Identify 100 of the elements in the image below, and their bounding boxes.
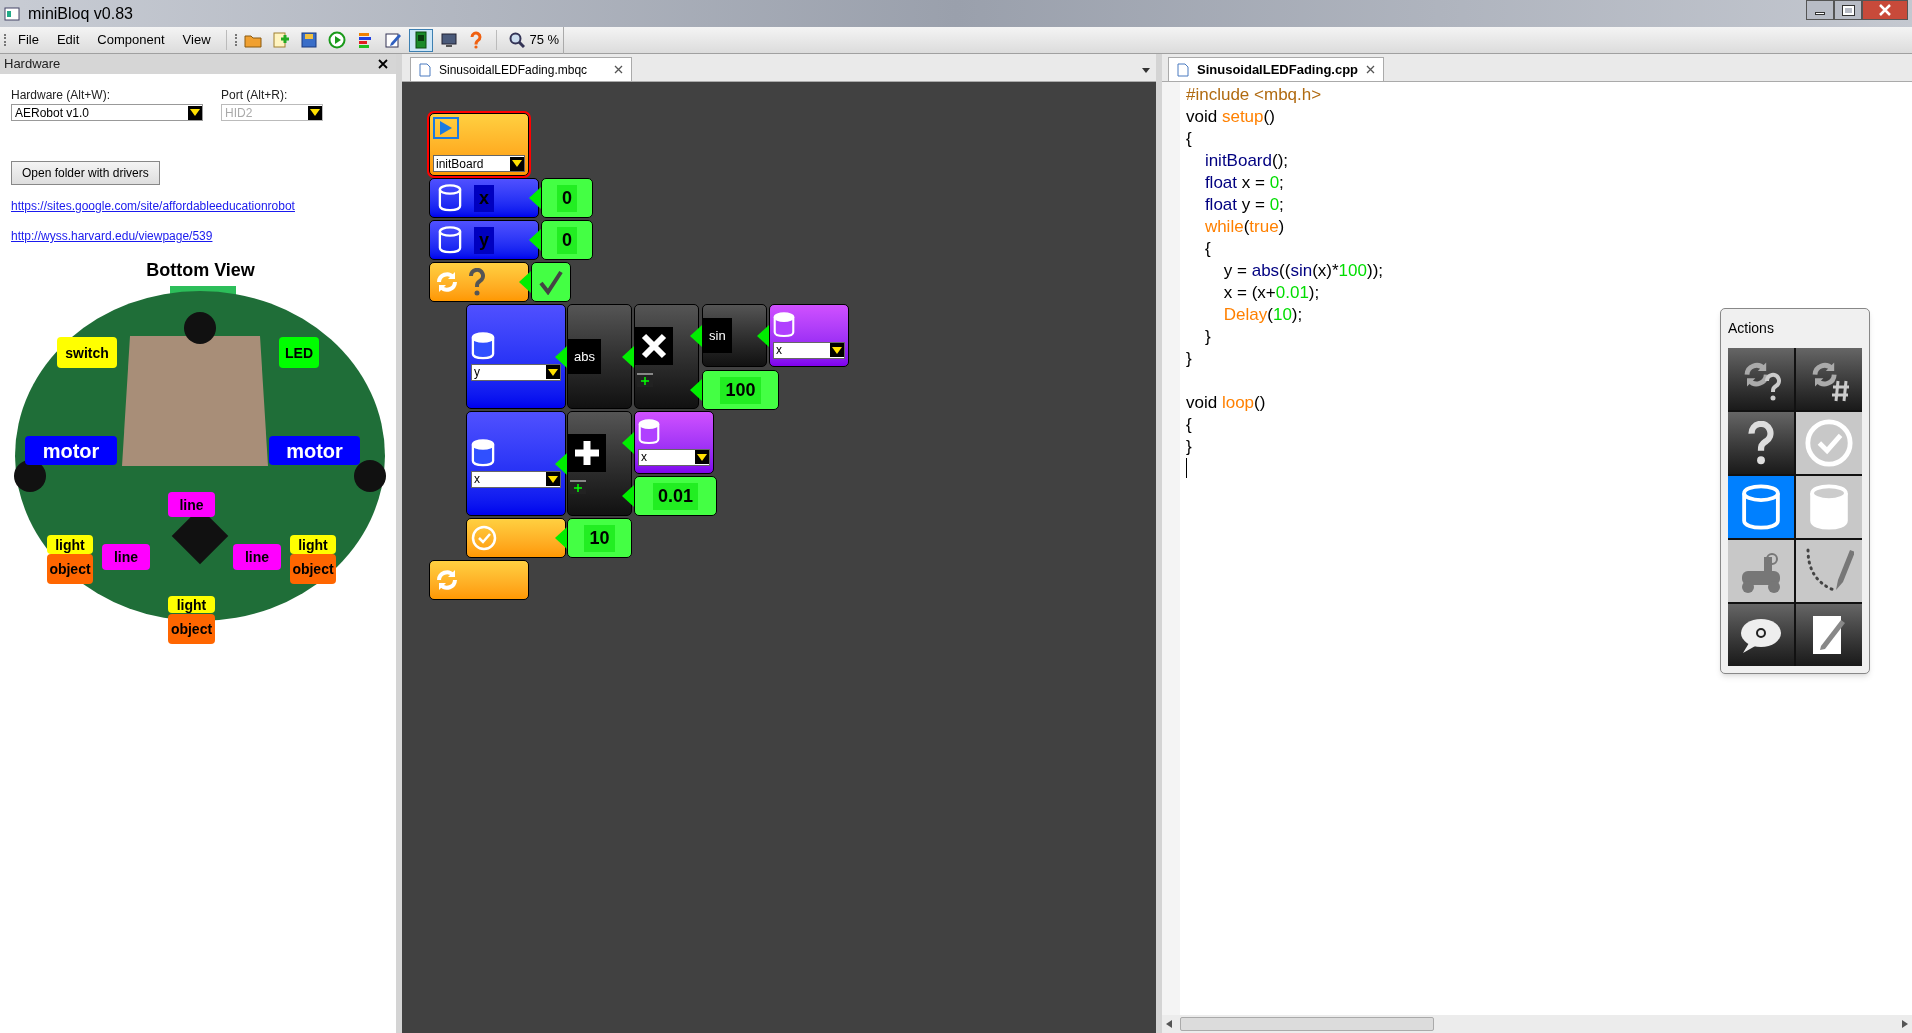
action-button[interactable]: [1796, 604, 1862, 666]
palette-title: Actions: [1728, 319, 1775, 338]
function-name: sin: [703, 317, 732, 354]
multiply-block[interactable]: [634, 304, 699, 409]
part-label: line: [233, 544, 281, 570]
menu-item[interactable]: View: [175, 30, 218, 50]
question-mark-icon: [1746, 421, 1776, 465]
scroll-left-icon[interactable]: [1166, 1020, 1172, 1028]
maximize-button[interactable]: [1834, 0, 1862, 20]
document-icon: [419, 62, 431, 77]
question-mark-icon: [468, 268, 486, 296]
number-block[interactable]: 0.01: [634, 476, 717, 516]
file-tab[interactable]: SinusoidalLEDFading.cpp: [1168, 57, 1385, 81]
code-line: {: [1203, 239, 1211, 258]
hardware-dropdown[interactable]: AERobot v1.0: [11, 104, 203, 121]
action-button[interactable]: [1796, 348, 1862, 410]
delay-block[interactable]: [466, 518, 566, 558]
part-label: switch: [57, 337, 117, 368]
close-button[interactable]: [1862, 0, 1908, 20]
minimize-button[interactable]: [1806, 0, 1834, 20]
connector-arrow-icon: [622, 431, 634, 454]
number-value: 100: [720, 376, 761, 404]
zoom-button[interactable]: 75 %: [505, 30, 564, 50]
number-block[interactable]: 10: [567, 518, 632, 558]
add-input-icon[interactable]: [637, 372, 653, 387]
number-block[interactable]: 0: [541, 178, 593, 218]
variable-name: y: [474, 226, 494, 254]
text-cursor: [1186, 458, 1187, 478]
set-variable-block[interactable]: y: [466, 304, 566, 409]
connector-arrow-icon: [690, 324, 702, 347]
connector-arrow-icon: [519, 271, 531, 293]
add-block[interactable]: [567, 411, 632, 516]
save-icon: [300, 31, 319, 49]
part-label: object: [290, 554, 336, 584]
function-block[interactable]: abs: [567, 304, 632, 409]
number-block[interactable]: 100: [702, 370, 779, 410]
file-tab[interactable]: SinusoidalLEDFading.mbqc: [410, 57, 632, 81]
database-icon: [471, 439, 495, 467]
number-block[interactable]: 0: [541, 220, 593, 260]
field-label: Port (Alt+R):: [221, 87, 289, 104]
connector-arrow-icon: [555, 452, 567, 475]
loop-block[interactable]: [429, 560, 529, 600]
loop-arrows-icon: [434, 567, 460, 593]
connector-arrow-icon: [690, 379, 702, 401]
code-line: x = (x+0.01);: [1222, 283, 1320, 302]
variable-value-block[interactable]: x: [634, 411, 714, 474]
connector-arrow-icon: [555, 527, 567, 549]
code-line: float y = 0;: [1203, 195, 1284, 214]
code-line: float x = 0;: [1203, 173, 1284, 192]
dropdown-arrow-icon[interactable]: [1142, 68, 1150, 73]
code-line: {: [1186, 415, 1192, 434]
menu-item[interactable]: Edit: [49, 30, 87, 50]
variable-name: x: [474, 184, 494, 212]
database-icon: [438, 184, 462, 212]
action-button[interactable]: [1728, 604, 1794, 666]
code-line: {: [1186, 129, 1192, 148]
view-title: Bottom View: [146, 259, 255, 282]
code-line: while(true): [1203, 217, 1285, 236]
open-drivers-button[interactable]: Open folder with drivers: [11, 161, 160, 185]
action-button[interactable]: [1728, 348, 1794, 410]
database-icon: [773, 312, 795, 338]
play-icon: [328, 31, 347, 49]
link[interactable]: http://wyss.harvard.edu/viewpage/539: [11, 227, 213, 245]
loop-arrows-icon: [434, 269, 460, 295]
function-block[interactable]: sin: [702, 304, 767, 367]
clock-icon: [471, 525, 497, 551]
action-button[interactable]: [1728, 412, 1794, 474]
panel-title: Hardware: [4, 55, 61, 74]
function-dropdown[interactable]: initBoard: [433, 155, 525, 172]
variable-dropdown[interactable]: x: [773, 341, 845, 359]
menu-item[interactable]: Component: [90, 30, 172, 50]
menu-item[interactable]: File: [11, 30, 46, 50]
part-label: object: [47, 554, 93, 584]
part-label: light: [290, 535, 336, 554]
function-name: abs: [568, 338, 601, 375]
code-line: void setup(): [1186, 107, 1275, 126]
set-variable-block[interactable]: x: [466, 411, 566, 516]
add-input-icon[interactable]: [570, 479, 586, 494]
part-label: line: [102, 544, 150, 570]
part-label: line: [168, 492, 215, 517]
link[interactable]: https://sites.google.com/site/affordableeducationrobot: [11, 197, 295, 215]
variable-dropdown[interactable]: y: [471, 363, 561, 381]
start-block[interactable]: initBoard: [429, 113, 529, 176]
scrollbar-thumb[interactable]: [1180, 1017, 1434, 1031]
connector-arrow-icon: [757, 324, 769, 347]
variable-value-block[interactable]: x: [769, 304, 849, 367]
clock-icon: [1804, 418, 1854, 468]
number-value: 10: [584, 524, 615, 552]
variable-dropdown[interactable]: x: [638, 448, 710, 466]
variable-dropdown[interactable]: x: [471, 470, 561, 488]
scroll-right-icon[interactable]: [1902, 1020, 1908, 1028]
toolbar-button[interactable]: [408, 28, 433, 52]
plus-icon: [568, 433, 606, 472]
database-icon: [638, 419, 660, 445]
database-icon: [438, 226, 462, 254]
close-icon: [1366, 65, 1376, 74]
monitor-icon: [439, 31, 458, 49]
true-block[interactable]: [531, 262, 571, 302]
while-block[interactable]: [429, 262, 529, 302]
horizontal-scrollbar[interactable]: [1162, 1015, 1912, 1033]
